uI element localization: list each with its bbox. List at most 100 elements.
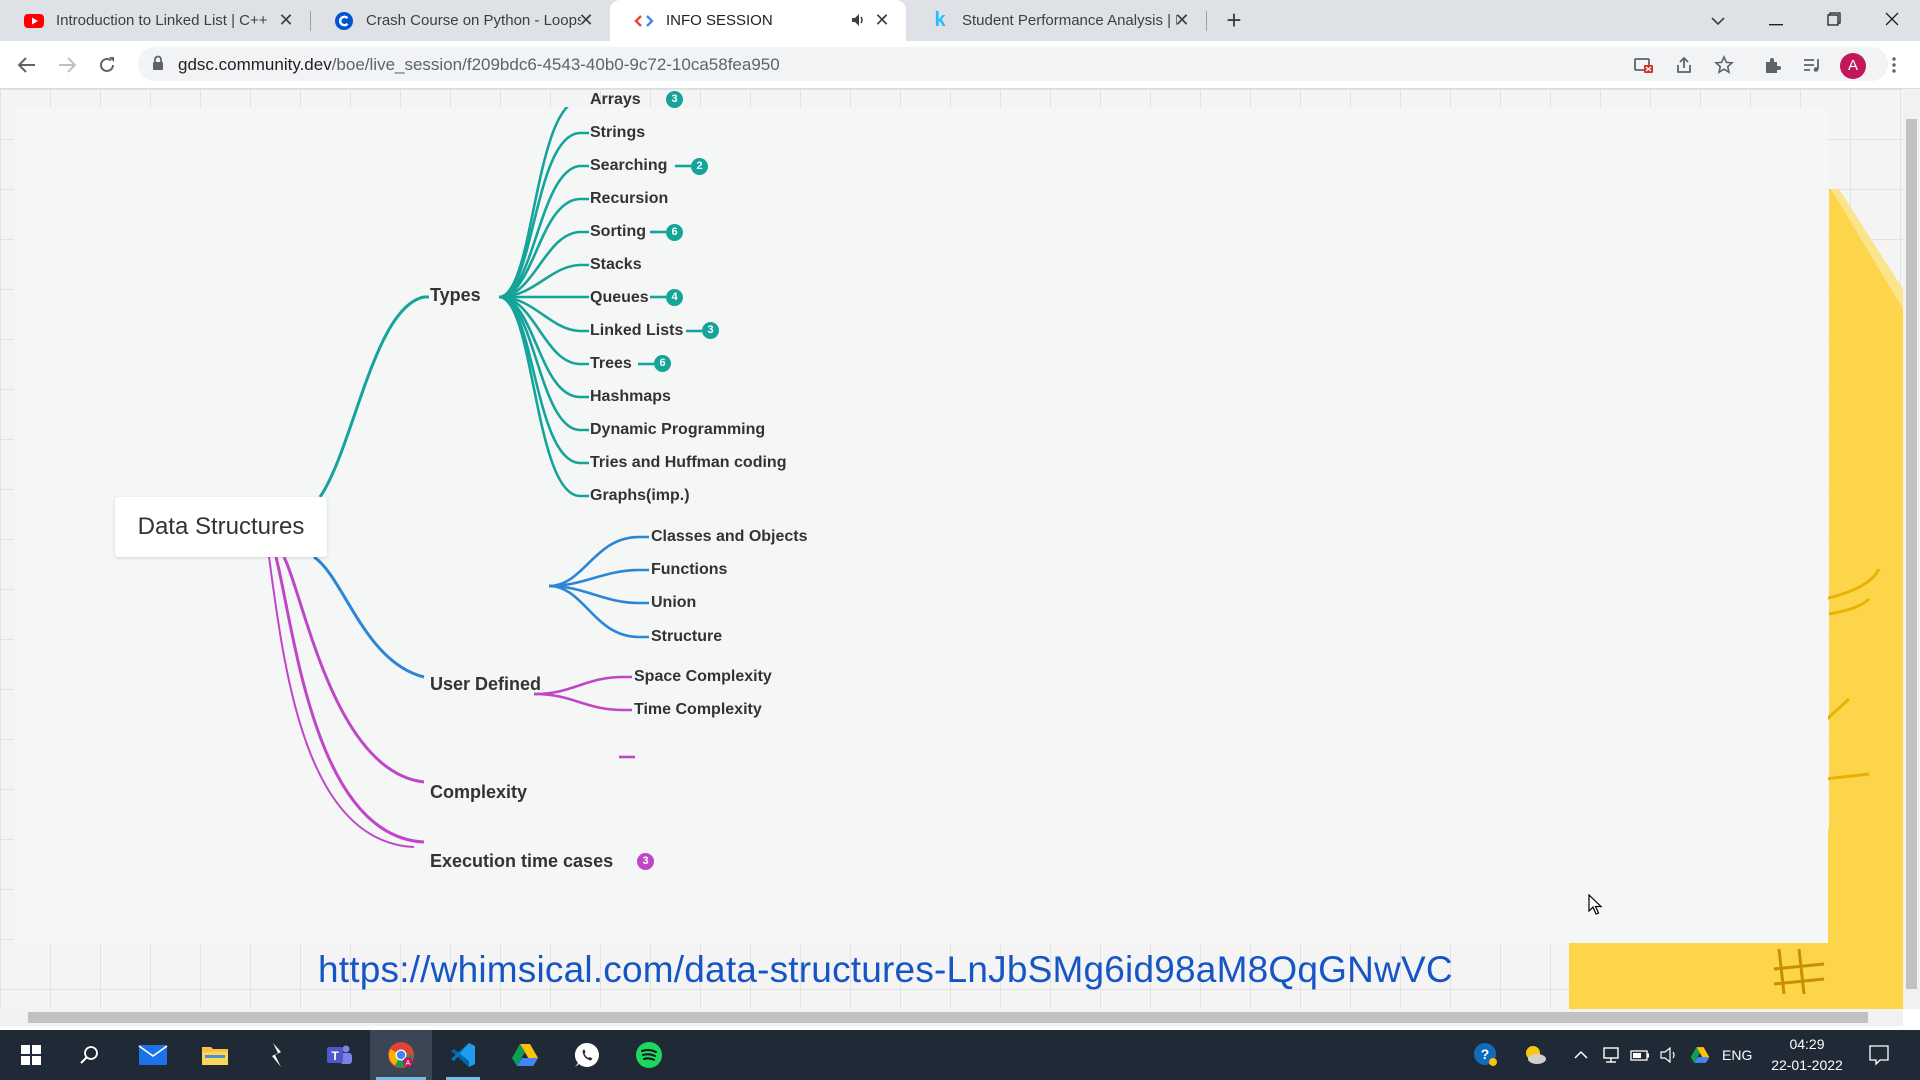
node-stacks[interactable]: Stacks <box>590 256 642 274</box>
horizontal-scrollbar[interactable] <box>0 1009 1903 1026</box>
node-dynamic-programming[interactable]: Dynamic Programming <box>590 421 765 439</box>
count-badge: 4 <box>666 289 683 306</box>
cast-blocked-icon[interactable] <box>1630 51 1658 79</box>
mindmap-root-node[interactable]: Data Structures <box>115 497 327 557</box>
tab-kaggle[interactable]: k Student Performance Analysis | K ✕ <box>906 0 1206 41</box>
forward-button[interactable] <box>53 51 81 79</box>
node-complexity[interactable]: Complexity <box>430 782 527 803</box>
node-graphs[interactable]: Graphs(imp.) <box>590 487 690 505</box>
bookmark-star-icon[interactable] <box>1710 51 1738 79</box>
new-tab-button[interactable]: + <box>1220 6 1248 34</box>
node-types[interactable]: Types <box>430 285 481 306</box>
restore-button[interactable] <box>1806 0 1862 41</box>
weather-icon[interactable] <box>1522 1030 1548 1080</box>
teams-icon[interactable]: T <box>308 1030 370 1080</box>
menu-kebab-icon[interactable] <box>1880 51 1908 79</box>
coursera-icon <box>334 11 354 31</box>
lock-icon[interactable] <box>152 55 168 73</box>
whimsical-link[interactable]: https://whimsical.com/data-structures-Ln… <box>318 949 1453 991</box>
node-execution-time-cases[interactable]: Execution time cases <box>430 851 613 872</box>
svg-text:A: A <box>406 1060 411 1067</box>
google-drive-icon[interactable] <box>494 1030 556 1080</box>
notifications-icon[interactable] <box>1868 1030 1890 1080</box>
close-icon[interactable]: ✕ <box>576 10 596 30</box>
cursor-app-icon[interactable] <box>246 1030 308 1080</box>
node-queues[interactable]: Queues <box>590 289 649 307</box>
count-badge: 3 <box>702 322 719 339</box>
close-icon[interactable]: ✕ <box>276 10 296 30</box>
profile-avatar[interactable]: A <box>1840 53 1866 79</box>
scroll-thumb[interactable] <box>1906 119 1917 989</box>
node-space-complexity[interactable]: Space Complexity <box>634 668 772 686</box>
node-recursion[interactable]: Recursion <box>590 190 668 208</box>
url-text[interactable]: gdsc.community.dev/boe/live_session/f209… <box>178 55 780 75</box>
node-hashmaps[interactable]: Hashmaps <box>590 388 671 406</box>
svg-text:?: ? <box>1481 1046 1490 1062</box>
node-arrays[interactable]: Arrays <box>590 91 641 109</box>
media-controls-icon[interactable] <box>1798 51 1826 79</box>
web-content: Data Structures Types User Defined Compl… <box>0 89 1903 1009</box>
vscode-icon[interactable] <box>432 1030 494 1080</box>
battery-icon[interactable] <box>1630 1030 1650 1080</box>
clock-date: 22-01-2022 <box>1771 1057 1843 1073</box>
tab-search-button[interactable] <box>1690 0 1746 41</box>
minimize-button[interactable] <box>1748 0 1804 41</box>
google-drive-sync-icon[interactable] <box>1690 1030 1710 1080</box>
help-icon[interactable]: ? <box>1472 1030 1500 1080</box>
count-badge: 6 <box>666 224 683 241</box>
reload-button[interactable] <box>93 51 121 79</box>
speaker-icon[interactable] <box>850 12 866 32</box>
node-linked-lists[interactable]: Linked Lists <box>590 322 683 340</box>
language-indicator[interactable]: ENG <box>1722 1030 1752 1080</box>
show-hidden-icons-chevron-icon[interactable] <box>1574 1030 1588 1080</box>
node-functions[interactable]: Functions <box>651 561 727 579</box>
node-sorting[interactable]: Sorting <box>590 223 646 241</box>
node-classes-objects[interactable]: Classes and Objects <box>651 528 808 546</box>
tab-youtube[interactable]: Introduction to Linked List | C++ ✕ <box>0 0 310 41</box>
back-button[interactable] <box>13 51 41 79</box>
mindmap-canvas: Data Structures Types User Defined Compl… <box>14 91 1828 943</box>
file-explorer-icon[interactable] <box>184 1030 246 1080</box>
count-badge: 2 <box>691 158 708 175</box>
system-clock[interactable]: 04:29 22-01-2022 <box>1762 1034 1852 1076</box>
browser-toolbar: gdsc.community.dev/boe/live_session/f209… <box>0 41 1920 89</box>
whatsapp-icon[interactable] <box>556 1030 618 1080</box>
close-window-button[interactable] <box>1864 0 1920 41</box>
node-trees[interactable]: Trees <box>590 355 632 373</box>
svg-text:T: T <box>331 1049 339 1063</box>
node-searching[interactable]: Searching <box>590 157 667 175</box>
count-badge: 3 <box>666 91 683 108</box>
share-icon[interactable] <box>1670 51 1698 79</box>
network-icon[interactable] <box>1601 1030 1621 1080</box>
mail-icon[interactable] <box>122 1030 184 1080</box>
node-tries-huffman[interactable]: Tries and Huffman coding <box>590 454 786 472</box>
windows-taskbar: T A ? ENG 04:29 22-01-2022 <box>0 1030 1920 1080</box>
scroll-thumb[interactable] <box>28 1012 1868 1023</box>
node-strings[interactable]: Strings <box>590 124 645 142</box>
vertical-scrollbar[interactable] <box>1903 89 1920 1009</box>
tab-separator <box>1206 11 1207 31</box>
tab-title: INFO SESSION <box>666 12 773 29</box>
count-badge: 6 <box>654 355 671 372</box>
close-icon[interactable]: ✕ <box>872 10 892 30</box>
chrome-icon[interactable]: A <box>370 1030 432 1080</box>
tab-coursera[interactable]: Crash Course on Python - Loops ✕ <box>310 0 610 41</box>
node-user-defined[interactable]: User Defined <box>430 674 541 695</box>
node-time-complexity[interactable]: Time Complexity <box>634 701 762 719</box>
mouse-cursor-icon <box>1588 894 1603 915</box>
address-bar[interactable]: gdsc.community.dev/boe/live_session/f209… <box>138 47 1888 81</box>
tab-title: Introduction to Linked List | C++ <box>56 12 268 29</box>
node-union[interactable]: Union <box>651 594 696 612</box>
spotify-icon[interactable] <box>618 1030 680 1080</box>
tab-strip: Introduction to Linked List | C++ ✕ Cras… <box>0 0 1920 41</box>
close-icon[interactable]: ✕ <box>1172 10 1192 30</box>
clock-time: 04:29 <box>1789 1036 1825 1052</box>
tab-info-session[interactable]: INFO SESSION ✕ <box>610 0 906 41</box>
volume-icon[interactable] <box>1659 1030 1679 1080</box>
tab-title: Crash Course on Python - Loops <box>366 12 581 29</box>
windows-start-icon[interactable] <box>0 1030 62 1080</box>
count-badge: 3 <box>637 853 654 870</box>
search-icon[interactable] <box>58 1030 120 1080</box>
extensions-icon[interactable] <box>1758 51 1786 79</box>
node-structure[interactable]: Structure <box>651 628 722 646</box>
